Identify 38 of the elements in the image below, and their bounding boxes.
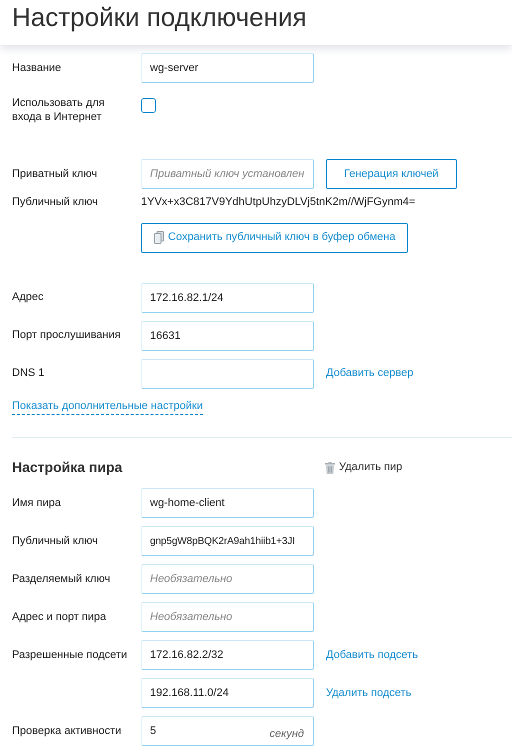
page-title: Настройки подключения (12, 1, 308, 34)
input-field[interactable]: 172.16.82.2/32 (141, 640, 314, 670)
checkbox[interactable] (141, 98, 156, 113)
input-field[interactable]: 16631 (141, 320, 314, 350)
copy-icon (154, 231, 164, 244)
section-heading: Настройка пира (12, 459, 122, 475)
field-label: Название (12, 62, 62, 74)
checkbox-label: Использовать для входа в Интернет (12, 96, 106, 124)
input-field[interactable]: 172.16.82.1/24 (141, 282, 314, 312)
input-field[interactable]: Необязательно (141, 602, 314, 632)
action-link[interactable]: Удалить подсеть (326, 684, 412, 702)
field-label: Публичный ключ (12, 196, 98, 208)
input-field[interactable] (141, 358, 314, 388)
input-field[interactable]: gnp5gW8pBQK2rA9ah1hiib1+3JI (141, 526, 314, 556)
generate-keys-button[interactable]: Генерация ключей (326, 159, 457, 189)
input-field[interactable]: Необязательно (141, 564, 314, 594)
field-label: Порт прослушивания (12, 329, 121, 342)
input-field[interactable]: wg-home-client (141, 488, 314, 518)
field-label: Проверка активности (12, 724, 122, 737)
field-label: DNS 1 (12, 367, 44, 380)
trash-icon (325, 462, 335, 474)
input-field[interactable]: wg-server (141, 53, 314, 83)
more-settings-link[interactable]: Показать дополнительные настройки (12, 398, 203, 415)
field-label: Приватный ключ (12, 168, 98, 180)
public-key-text: 1YVx+x3C817V9YdhUtpUhzyDLVj5tnK2m//WjFGynm4= (141, 195, 416, 210)
action-link[interactable]: Добавить сервер (326, 365, 414, 382)
field-label: Разрешенные подсети (12, 648, 128, 661)
action-link[interactable]: Добавить подсеть (326, 646, 418, 664)
copy-key-button[interactable]: Сохранить публичный ключ в буфер обмена (141, 222, 408, 252)
field-label: Адрес и порт пира (12, 610, 106, 623)
input-field[interactable]: Приватный ключ установлен (141, 159, 314, 189)
field-label: Имя пира (12, 496, 61, 509)
field-label: Разделяемый ключ (12, 572, 110, 585)
unit-label: секунд (270, 727, 304, 742)
input-field[interactable]: 192.168.11.0/24 (141, 678, 314, 708)
field-label: Адрес (12, 291, 44, 304)
delete-peer-button[interactable]: Удалить пир (325, 459, 402, 476)
field-label: Публичный ключ (12, 534, 98, 547)
